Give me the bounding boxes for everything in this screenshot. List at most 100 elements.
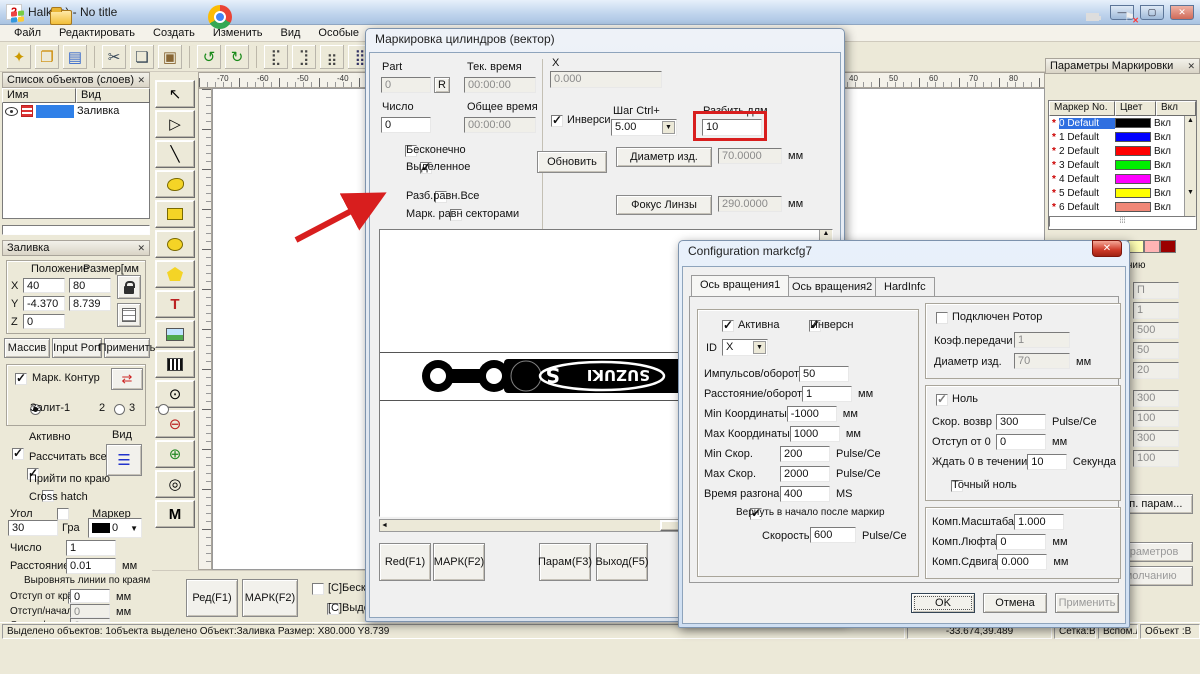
- param-field[interactable]: 1▲▼: [1133, 302, 1179, 319]
- config-row-input[interactable]: 400: [780, 486, 830, 502]
- line-tool[interactable]: ╲: [155, 140, 195, 168]
- battery-icon[interactable]: [1086, 13, 1099, 21]
- inverse-checkbox[interactable]: [551, 115, 563, 127]
- param-field[interactable]: 500▲▼: [1133, 322, 1179, 339]
- param-field[interactable]: 20▲▼: [1133, 362, 1179, 379]
- mark-tool[interactable]: M: [155, 500, 195, 528]
- polygon-tool[interactable]: [155, 260, 195, 288]
- menu-item-5[interactable]: Особые: [310, 26, 367, 40]
- node-select-icon[interactable]: ⣏: [263, 44, 289, 70]
- param-field[interactable]: 100▲▼: [1133, 410, 1179, 427]
- fill-type-2-radio[interactable]: [114, 404, 125, 415]
- part-diameter-input[interactable]: 70: [1014, 353, 1070, 369]
- marker-hscroll[interactable]: ⁞⁞⁞: [1049, 216, 1196, 227]
- image-tool[interactable]: [155, 320, 195, 348]
- param-field[interactable]: 100▲▼: [1133, 450, 1179, 467]
- config-row-input[interactable]: 0: [996, 434, 1046, 450]
- palette-swatch[interactable]: [1128, 240, 1144, 253]
- axis-id-dropdown[interactable]: X ▼: [722, 339, 768, 356]
- param-field[interactable]: 300▲▼: [1133, 390, 1179, 407]
- copy-icon[interactable]: ❏: [129, 44, 155, 70]
- action-center-flag-icon[interactable]: ⚑✕: [1124, 10, 1135, 24]
- redo-icon[interactable]: ↻: [224, 44, 250, 70]
- fill-path-preview-button[interactable]: ☰: [106, 444, 142, 476]
- marker-row[interactable]: *1 DefaultВкл: [1049, 130, 1196, 144]
- axis-id-dropdown-icon[interactable]: ▼: [753, 341, 766, 354]
- diameter-button[interactable]: Диаметр изд.: [616, 147, 712, 167]
- params-panel-close-icon[interactable]: ✕: [1187, 61, 1195, 72]
- gear-ratio-input[interactable]: 1: [1014, 332, 1070, 348]
- cyl-button-0[interactable]: Red(F1): [379, 543, 431, 581]
- rotor-checkbox[interactable]: [936, 312, 948, 324]
- cut-icon[interactable]: ✂: [101, 44, 127, 70]
- menu-item-0[interactable]: Файл: [6, 26, 49, 40]
- param-field[interactable]: П: [1133, 282, 1179, 299]
- config-row-input[interactable]: -1000: [787, 406, 837, 422]
- column-view[interactable]: Вид: [76, 88, 150, 103]
- cursor-tool[interactable]: ↖: [155, 80, 195, 108]
- count-input[interactable]: 0: [381, 117, 431, 133]
- step-combo[interactable]: 5.00 ▼: [611, 119, 677, 136]
- array-button[interactable]: Массив: [4, 338, 50, 358]
- column-on[interactable]: Вкл: [1156, 101, 1196, 116]
- part-input[interactable]: 0: [381, 77, 431, 93]
- distance-input[interactable]: 0.01: [66, 558, 116, 574]
- count-input[interactable]: 1: [66, 540, 116, 556]
- object-panel-header[interactable]: Список объектов (слоев) ✕: [2, 72, 150, 88]
- object-panel-scroll[interactable]: [2, 225, 150, 235]
- active-checkbox[interactable]: [12, 448, 24, 460]
- marker-row[interactable]: *5 DefaultВкл: [1049, 186, 1196, 200]
- update-button[interactable]: Обновить: [537, 151, 607, 173]
- apply-config-button[interactable]: Применить: [1055, 593, 1119, 613]
- cancel-button[interactable]: Отмена: [983, 593, 1047, 613]
- text-tool[interactable]: T: [155, 290, 195, 318]
- open-icon[interactable]: ❐: [34, 44, 60, 70]
- new-icon[interactable]: ✦: [6, 44, 32, 70]
- marker-row[interactable]: *4 DefaultВкл: [1049, 172, 1196, 186]
- tab-0[interactable]: Ось вращения1: [691, 275, 789, 296]
- column-color[interactable]: Цвет: [1115, 101, 1156, 116]
- input-port-button[interactable]: Input Port: [52, 338, 102, 358]
- x-size-input[interactable]: 80: [69, 278, 111, 293]
- zero-checkbox[interactable]: [936, 394, 948, 406]
- focus-input[interactable]: 290.0000: [718, 196, 782, 212]
- x-position-input[interactable]: 40: [23, 278, 65, 293]
- marker-row[interactable]: *6 DefaultВкл: [1049, 200, 1196, 214]
- fill-panel-close-icon[interactable]: ✕: [137, 243, 145, 254]
- marker-pen-dropdown[interactable]: 0 ▼: [88, 518, 142, 538]
- tab-1[interactable]: Ось вращения2: [783, 277, 881, 296]
- palette-swatch[interactable]: [1144, 240, 1160, 253]
- config-row-input[interactable]: 300: [996, 414, 1046, 430]
- array-anchor-button[interactable]: [117, 303, 141, 327]
- cyl-button-3[interactable]: Выход(F5): [596, 543, 648, 581]
- z-position-input[interactable]: 0: [23, 314, 65, 329]
- config-row-input[interactable]: 200: [780, 446, 830, 462]
- config-close-button[interactable]: ✕: [1092, 240, 1122, 257]
- config-row-input[interactable]: 0.000: [997, 554, 1047, 570]
- maximize-button[interactable]: ▢: [1140, 5, 1164, 20]
- config-row-input[interactable]: 10: [1027, 454, 1067, 470]
- menu-item-1[interactable]: Редактировать: [51, 26, 143, 40]
- marker-row[interactable]: *3 DefaultВкл: [1049, 158, 1196, 172]
- config-row-input[interactable]: 1.000: [1014, 514, 1064, 530]
- mark-contour-checkbox[interactable]: [15, 373, 27, 385]
- node-edit-tool[interactable]: ▷: [155, 110, 195, 138]
- object-panel-close-icon[interactable]: ✕: [137, 75, 145, 86]
- x-value-input[interactable]: 0.000: [550, 71, 662, 88]
- barcode-tool[interactable]: [155, 350, 195, 378]
- y-position-input[interactable]: -4.370: [23, 296, 65, 311]
- tab-2[interactable]: HardInfc: [875, 277, 935, 296]
- axis-active-checkbox[interactable]: [722, 320, 734, 332]
- lock-aspect-button[interactable]: [117, 275, 141, 299]
- y-size-input[interactable]: 8.739: [69, 296, 111, 311]
- menu-item-2[interactable]: Создать: [145, 26, 203, 40]
- angle-input[interactable]: 30: [8, 520, 58, 536]
- menu-item-4[interactable]: Вид: [272, 26, 308, 40]
- cross-hatch-checkbox[interactable]: [57, 508, 69, 520]
- cyl-button-2[interactable]: Парам(F3): [539, 543, 591, 581]
- continuous-checkbox[interactable]: [312, 583, 324, 595]
- freehand-tool[interactable]: [155, 170, 195, 198]
- marker-scrollbar[interactable]: ▲▼: [1184, 116, 1196, 216]
- marker-row[interactable]: *0 DefaultВкл: [1049, 116, 1196, 130]
- object-row-fill[interactable]: Заливка: [3, 103, 149, 119]
